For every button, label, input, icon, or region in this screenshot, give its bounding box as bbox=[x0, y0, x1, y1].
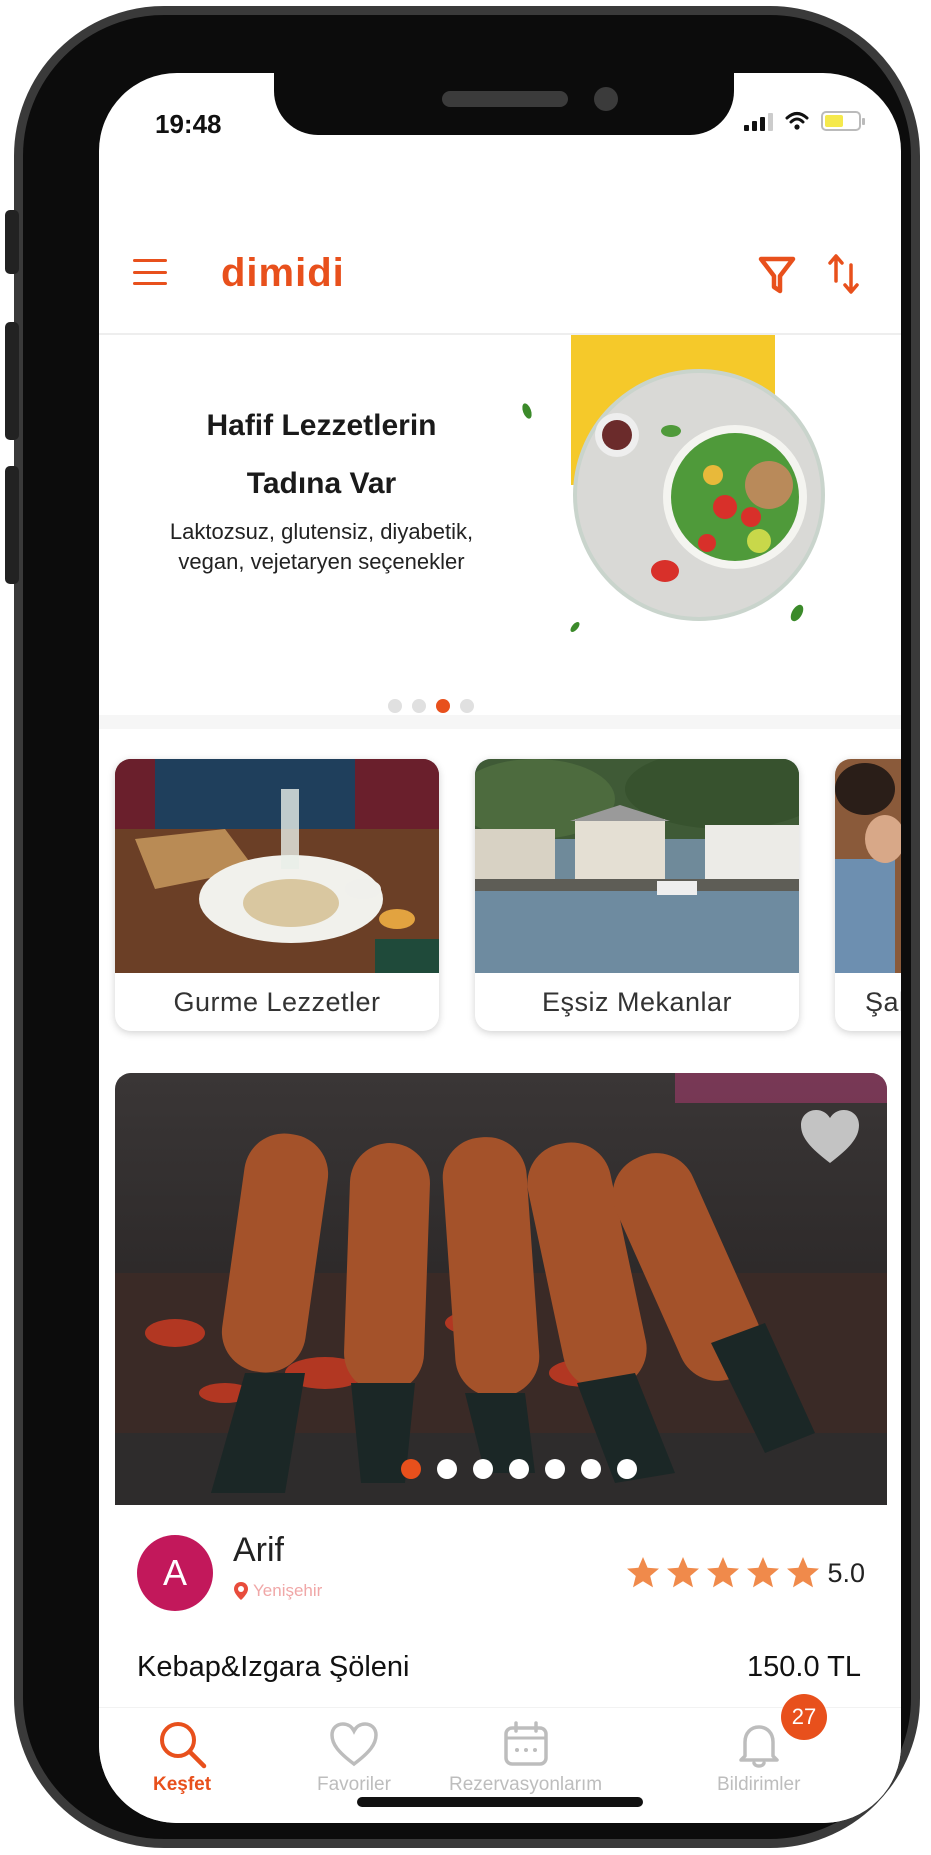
category-card-third[interactable]: Şah bbox=[835, 759, 901, 1031]
hero-title-line1: Hafif Lezzetlerin bbox=[206, 409, 437, 442]
app-screen: 19:48 dimidi Hafif Lezzetlerin Tadına Va… bbox=[99, 73, 901, 1823]
vendor-name[interactable]: Arif bbox=[233, 1531, 284, 1570]
star-icon bbox=[707, 1557, 740, 1588]
camera bbox=[594, 87, 618, 111]
volume-up-button bbox=[5, 322, 19, 440]
hero-title: Hafif Lezzetlerin Tadına Var bbox=[99, 397, 544, 513]
heart-icon bbox=[330, 1722, 378, 1767]
notification-badge: 27 bbox=[781, 1694, 827, 1740]
battery-icon bbox=[821, 111, 865, 131]
hero-page-dot[interactable] bbox=[436, 699, 450, 713]
search-icon bbox=[160, 1722, 207, 1769]
hero-subtitle-line1: Laktozsuz, glutensiz, diyabetik, bbox=[169, 519, 474, 544]
hero-page-dot[interactable] bbox=[412, 699, 426, 713]
image-pagination[interactable] bbox=[401, 1459, 637, 1479]
rating-stars: 5.0 bbox=[625, 1555, 865, 1591]
nav-item-favoriler[interactable]: Favoriler bbox=[317, 1716, 391, 1796]
category-label: Gurme Lezzetler bbox=[173, 987, 381, 1017]
wifi-icon bbox=[785, 112, 809, 130]
hero-title-line2: Tadına Var bbox=[246, 467, 397, 500]
category-card-mekanlar[interactable]: Eşsiz Mekanlar bbox=[475, 759, 799, 1031]
vendor-location: Yenişehir bbox=[233, 1581, 322, 1601]
gourmet-dish-image bbox=[115, 759, 439, 973]
star-icon bbox=[627, 1557, 660, 1588]
image-page-dot[interactable] bbox=[617, 1459, 637, 1479]
favorite-heart-icon[interactable] bbox=[799, 1109, 861, 1165]
sort-icon[interactable] bbox=[827, 251, 861, 297]
category-label: Şah bbox=[865, 987, 901, 1017]
hero-subtitle: Laktozsuz, glutensiz, diyabetik, vegan, … bbox=[99, 517, 544, 577]
image-page-dot[interactable] bbox=[509, 1459, 529, 1479]
hero-subtitle-line2: vegan, vejetaryen seçenekler bbox=[178, 549, 465, 574]
location-pin-icon bbox=[234, 1582, 248, 1600]
product-name[interactable]: Kebap&Izgara Şöleni bbox=[137, 1651, 409, 1684]
vendor-location-text: Yenişehir bbox=[253, 1581, 323, 1600]
star-icon bbox=[667, 1557, 700, 1588]
top-app-bar: dimidi bbox=[99, 223, 901, 335]
image-page-dot[interactable] bbox=[437, 1459, 457, 1479]
hero-page-dot[interactable] bbox=[460, 699, 474, 713]
bell-icon bbox=[738, 1725, 779, 1768]
hamburger-menu-icon[interactable] bbox=[133, 259, 167, 285]
nav-item-bildirimler[interactable]: 27 Bildirimler bbox=[717, 1694, 827, 1796]
image-page-dot[interactable] bbox=[581, 1459, 601, 1479]
category-label: Eşsiz Mekanlar bbox=[541, 987, 733, 1017]
category-carousel[interactable]: Gurme Lezzetler Eşsiz Mekanlar Şa bbox=[99, 741, 901, 1041]
chef-image bbox=[835, 759, 901, 973]
notch bbox=[274, 73, 734, 135]
vendor-avatar[interactable]: A bbox=[137, 1535, 213, 1611]
app-logo: dimidi bbox=[221, 251, 345, 295]
image-page-dot[interactable] bbox=[545, 1459, 565, 1479]
status-icons bbox=[744, 111, 865, 131]
product-image[interactable] bbox=[115, 1073, 887, 1505]
star-icon bbox=[787, 1557, 820, 1588]
hero-page-dot[interactable] bbox=[388, 699, 402, 713]
product-price: 150.0 TL bbox=[747, 1651, 861, 1683]
signal-icon bbox=[744, 111, 773, 131]
bosphorus-mansions-image bbox=[475, 759, 799, 973]
phone-frame: 19:48 dimidi Hafif Lezzetlerin Tadına Va… bbox=[14, 6, 920, 1848]
nav-label: Bildirimler bbox=[717, 1774, 801, 1795]
kebab-grill-image bbox=[115, 1073, 887, 1505]
image-page-dot[interactable] bbox=[473, 1459, 493, 1479]
home-indicator[interactable] bbox=[357, 1797, 643, 1807]
salad-bowl-image bbox=[522, 335, 825, 632]
mute-switch bbox=[5, 210, 19, 274]
filter-icon[interactable] bbox=[757, 253, 797, 297]
nav-item-rezervasyonlarim[interactable]: Rezervasyonlarım bbox=[449, 1716, 602, 1796]
nav-label: Favoriler bbox=[317, 1774, 391, 1795]
product-card[interactable]: A Arif Yenişehir 5.0 bbox=[115, 1073, 887, 1633]
calendar-icon bbox=[503, 1721, 548, 1766]
hero-banner[interactable]: Hafif Lezzetlerin Tadına Var Laktozsuz, … bbox=[99, 335, 901, 729]
image-page-dot[interactable] bbox=[401, 1459, 421, 1479]
nav-item-kesfet[interactable]: Keşfet bbox=[153, 1716, 211, 1796]
volume-down-button bbox=[5, 466, 19, 584]
status-time: 19:48 bbox=[155, 109, 222, 139]
category-card-gurme[interactable]: Gurme Lezzetler bbox=[115, 759, 439, 1031]
nav-label: Rezervasyonlarım bbox=[449, 1774, 603, 1795]
hero-pagination[interactable] bbox=[388, 699, 474, 713]
nav-label: Keşfet bbox=[153, 1774, 212, 1795]
rating-value: 5.0 bbox=[827, 1557, 865, 1588]
speaker bbox=[442, 91, 568, 107]
star-icon bbox=[747, 1557, 780, 1588]
